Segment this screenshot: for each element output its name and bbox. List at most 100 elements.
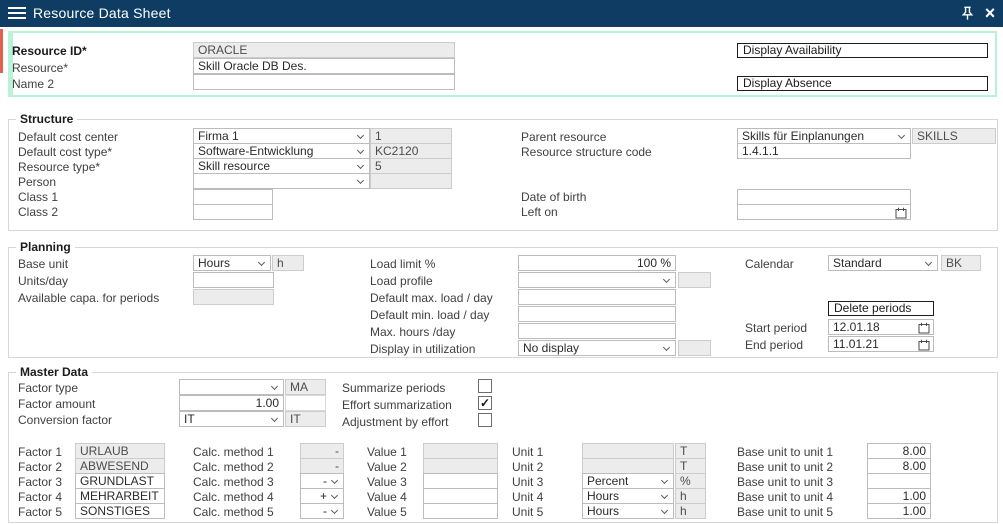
factor-amount-label: Factor amount (18, 397, 95, 411)
default-cost-center-select[interactable]: Firma 1 (193, 128, 370, 144)
conversion-factor-label: Conversion factor (18, 413, 112, 427)
date-of-birth-label: Date of birth (521, 190, 586, 204)
person-label: Person (18, 175, 56, 189)
name2-field[interactable] (193, 74, 455, 90)
structure-code-label: Resource structure code (521, 145, 652, 159)
effort-summarization-checkbox[interactable]: ✓ (478, 396, 492, 410)
calc-method4-label: Calc. method 4 (193, 490, 274, 504)
factor4-field[interactable]: MEHRARBEIT (75, 488, 165, 504)
value5-field[interactable] (423, 503, 498, 519)
base-unit1-label: Base unit to unit 1 (737, 445, 833, 459)
close-icon[interactable]: × (981, 1, 999, 26)
load-profile-label: Load profile (370, 274, 433, 288)
chevron-down-icon (357, 177, 364, 184)
display-availability-button[interactable]: Display Availability (737, 43, 988, 58)
end-period-label: End period (745, 338, 803, 352)
chevron-down-icon (898, 132, 905, 139)
base-unit4-field[interactable]: 1.00 (867, 488, 931, 504)
left-on-field[interactable] (737, 204, 911, 220)
chevron-down-icon (663, 344, 670, 351)
factor-type-select[interactable] (179, 379, 284, 395)
class1-label: Class 1 (18, 190, 58, 204)
class2-field[interactable] (193, 204, 273, 220)
calc-method3-select[interactable]: - (300, 473, 344, 489)
calendar-icon[interactable] (918, 339, 930, 351)
unit5-label: Unit 5 (512, 505, 543, 519)
chevron-down-icon (661, 477, 668, 484)
structure-code-field[interactable]: 1.4.1.1 (737, 143, 911, 159)
master-data-legend: Master Data (16, 365, 92, 379)
delete-periods-button[interactable]: Delete periods (828, 301, 934, 316)
conversion-factor-select[interactable]: IT (179, 411, 284, 427)
base-unit2-field[interactable]: 8.00 (867, 458, 931, 474)
display-absence-button[interactable]: Display Absence (737, 76, 988, 91)
base-unit3-field[interactable] (867, 473, 931, 489)
calc-method5-select[interactable]: - (300, 503, 344, 519)
load-limit-field[interactable]: 100 % (518, 255, 676, 271)
conversion-factor-code: IT (285, 411, 326, 427)
summarize-periods-checkbox[interactable] (478, 379, 492, 393)
chevron-down-icon (661, 492, 668, 499)
factor-amount-field[interactable]: 1.00 (179, 395, 284, 411)
unit5-code: h (675, 503, 706, 519)
display-util-label: Display in utilization (370, 342, 475, 356)
base-unit1-field[interactable]: 8.00 (867, 443, 931, 459)
unit3-select[interactable]: Percent (582, 473, 674, 489)
calc-method2-field: - (300, 458, 344, 474)
left-on-label: Left on (521, 205, 558, 219)
end-period-field[interactable]: 11.01.21 (828, 336, 934, 352)
unit4-select[interactable]: Hours (582, 488, 674, 504)
factor-amount-extra-box (285, 395, 326, 411)
resource-type-label: Resource type* (18, 160, 100, 174)
display-util-select[interactable]: No display (518, 340, 676, 356)
chevron-down-icon (271, 383, 278, 390)
display-util-code-box (678, 340, 711, 356)
resource-name-field[interactable]: Skill Oracle DB Des. (193, 58, 455, 74)
load-limit-label: Load limit % (370, 257, 435, 271)
calc-method4-select[interactable]: + (300, 488, 344, 504)
capa-label: Available capa. for periods (18, 291, 159, 305)
summarize-periods-label: Summarize periods (342, 381, 445, 395)
unit2-field (582, 458, 674, 474)
units-day-field[interactable] (193, 272, 274, 288)
factor5-label: Factor 5 (18, 505, 62, 519)
factor4-label: Factor 4 (18, 490, 62, 504)
calendar-icon[interactable] (895, 207, 907, 219)
pin-icon[interactable] (959, 5, 976, 22)
resource-data-sheet-window: Resource Data Sheet × Resource ID* Resou… (0, 0, 1003, 524)
person-select[interactable] (193, 173, 370, 189)
adjustment-by-effort-checkbox[interactable] (478, 413, 492, 427)
value4-label: Value 4 (367, 490, 407, 504)
value5-label: Value 5 (367, 505, 407, 519)
max-load-field[interactable] (518, 289, 676, 305)
menu-icon[interactable] (8, 7, 26, 20)
value3-field[interactable] (423, 473, 498, 489)
planning-legend: Planning (16, 240, 75, 254)
max-hours-field[interactable] (518, 323, 676, 339)
factor-type-label: Factor type (18, 381, 78, 395)
min-load-field[interactable] (518, 306, 676, 322)
load-profile-select[interactable] (518, 272, 676, 288)
start-period-field[interactable]: 12.01.18 (828, 319, 934, 335)
parent-resource-select[interactable]: Skills für Einplanungen (737, 128, 911, 144)
base-unit3-label: Base unit to unit 3 (737, 475, 833, 489)
base-unit-select[interactable]: Hours (193, 255, 271, 271)
start-period-label: Start period (745, 321, 807, 335)
resource-id-field: ORACLE (193, 42, 455, 58)
value4-field[interactable] (423, 488, 498, 504)
default-cost-type-label: Default cost type* (18, 145, 112, 159)
base-unit5-field[interactable]: 1.00 (867, 503, 931, 519)
class1-field[interactable] (193, 189, 273, 205)
factor3-field[interactable]: GRUNDLAST (75, 473, 165, 489)
calendar-select[interactable]: Standard (828, 255, 938, 271)
resource-id-label: Resource ID* (12, 44, 87, 58)
calendar-icon[interactable] (918, 322, 930, 334)
resource-type-select[interactable]: Skill resource (193, 158, 370, 174)
date-of-birth-field[interactable] (737, 189, 911, 205)
base-unit2-label: Base unit to unit 2 (737, 460, 833, 474)
load-profile-code-box (678, 272, 711, 288)
default-cost-type-select[interactable]: Software-Entwicklung (193, 143, 370, 159)
factor5-field[interactable]: SONSTIGES (75, 503, 165, 519)
base-unit4-label: Base unit to unit 4 (737, 490, 833, 504)
unit5-select[interactable]: Hours (582, 503, 674, 519)
